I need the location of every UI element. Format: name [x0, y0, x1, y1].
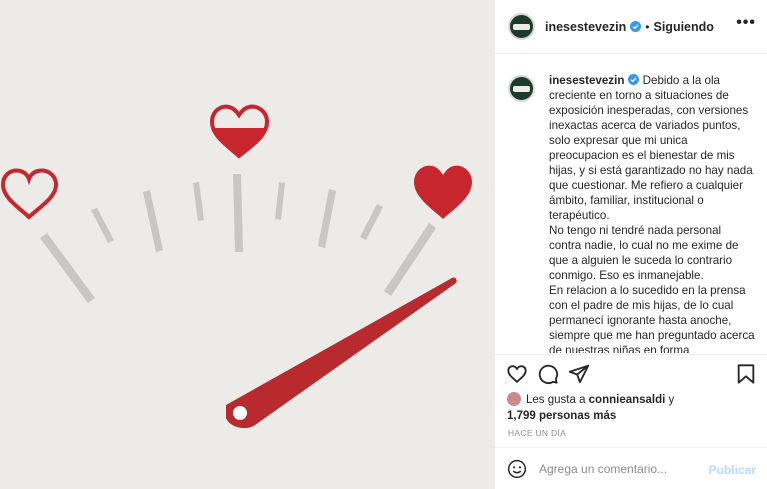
- header-username[interactable]: inesestevezin: [545, 20, 626, 34]
- liker-username[interactable]: connieansaldi: [589, 394, 666, 406]
- empty-heart-icon: [0, 168, 59, 220]
- share-icon[interactable]: [568, 363, 590, 385]
- gauge-tick: [233, 174, 243, 252]
- caption-avatar[interactable]: [508, 75, 535, 102]
- likes-mid: y: [665, 394, 675, 406]
- love-meter-illustration: [0, 104, 472, 429]
- publish-button[interactable]: Publicar: [709, 463, 756, 477]
- post-sidebar: inesestevezin • Siguiendo ••• inesesteve…: [494, 0, 767, 489]
- following-button[interactable]: Siguiendo: [654, 20, 714, 34]
- verified-icon: [630, 21, 642, 32]
- likes-count[interactable]: 1,799 personas más: [507, 410, 616, 422]
- post-timestamp[interactable]: HACE UN DÍA: [508, 428, 566, 438]
- post-image[interactable]: [0, 0, 494, 489]
- more-icon[interactable]: •••: [736, 15, 756, 31]
- caption-text-block: inesestevezin Debido a la ola creciente …: [549, 73, 756, 353]
- needle-pivot: [233, 406, 247, 420]
- gauge-needle: [226, 277, 457, 429]
- gauge-tick: [318, 189, 336, 248]
- gauge-ticks: [40, 174, 436, 303]
- gauge-tick: [384, 223, 436, 296]
- instagram-post: inesestevezin • Siguiendo ••• inesesteve…: [0, 0, 767, 489]
- heart-icon[interactable]: [506, 363, 528, 385]
- verified-icon: [628, 74, 640, 85]
- avatar[interactable]: [508, 13, 535, 40]
- liker-avatar[interactable]: [507, 392, 521, 406]
- caption-username[interactable]: inesestevezin: [549, 74, 624, 87]
- bookmark-icon[interactable]: [735, 363, 757, 385]
- comment-bar: Publicar: [495, 447, 767, 489]
- post-header: inesestevezin • Siguiendo •••: [495, 0, 767, 54]
- gauge-tick: [360, 204, 383, 240]
- gauge-tick: [275, 182, 285, 220]
- gauge-tick: [193, 182, 204, 221]
- post-caption: inesestevezin Debido a la ola creciente …: [495, 55, 767, 353]
- comment-icon[interactable]: [537, 363, 559, 385]
- full-heart-icon: [414, 165, 472, 219]
- emoji-icon[interactable]: [507, 459, 527, 479]
- gauge-tick: [91, 208, 114, 243]
- gauge-tick: [143, 190, 163, 252]
- header-separator: •: [645, 19, 650, 34]
- gauge-tick: [40, 233, 95, 303]
- caption-body: Debido a la ola creciente en torno a sit…: [549, 74, 755, 353]
- action-bar: [495, 354, 767, 390]
- comment-input[interactable]: [539, 461, 699, 476]
- likes-summary: Les gusta a connieansaldi y 1,799 person…: [507, 392, 757, 424]
- likes-prefix: Les gusta a: [526, 394, 589, 406]
